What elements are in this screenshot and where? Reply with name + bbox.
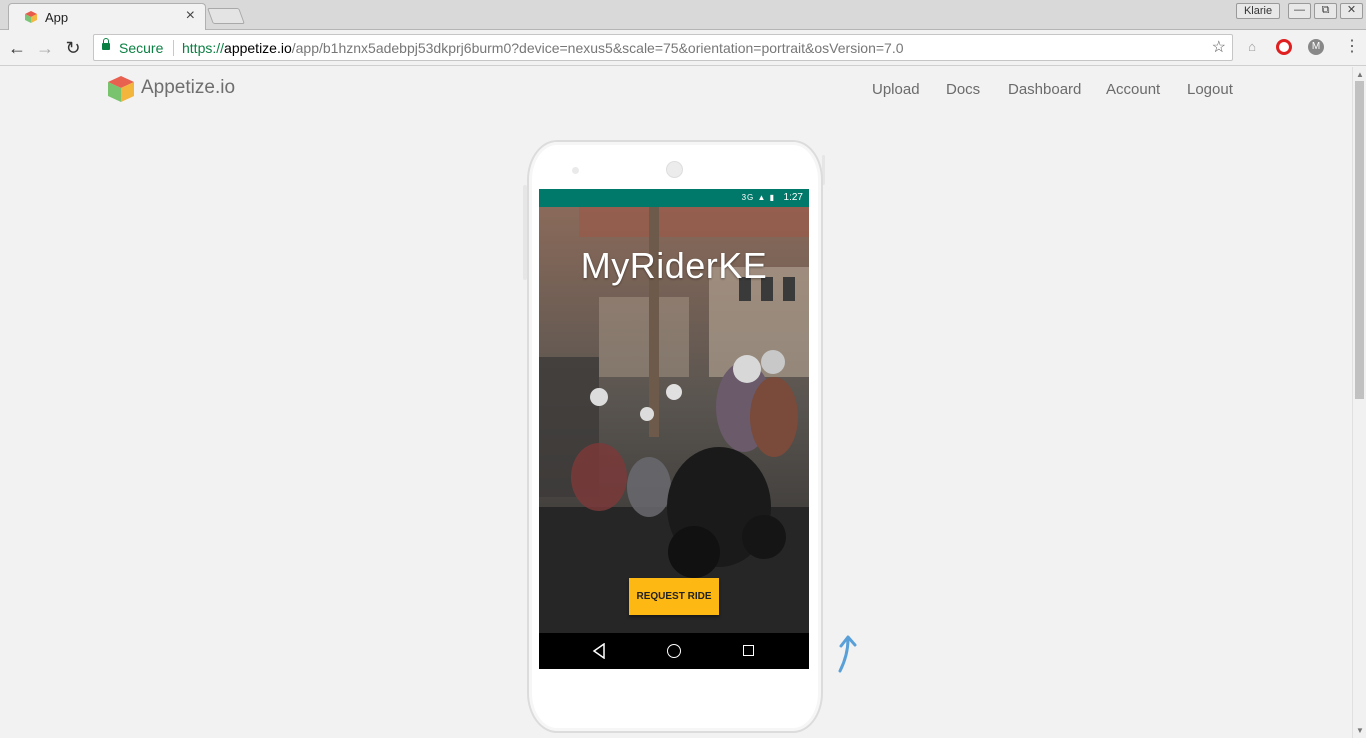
android-status-bar: 3G ▲ ▮ 1:27 <box>539 189 809 207</box>
minimize-button[interactable]: — <box>1288 3 1311 19</box>
request-ride-button[interactable]: REQUEST RIDE <box>629 578 719 615</box>
restore-button[interactable]: ⧉ <box>1314 3 1337 19</box>
browser-tab-strip: App × Klarie — ⧉ ✕ <box>0 0 1366 30</box>
nav-dashboard[interactable]: Dashboard <box>1008 81 1081 98</box>
extension-icon[interactable]: ⌂ <box>1244 39 1260 55</box>
nav-upload[interactable]: Upload <box>872 81 920 98</box>
browser-toolbar: ← → ↻ Secure https://appetize.io/app/b1h… <box>0 30 1366 66</box>
status-icons: 3G ▲ ▮ <box>741 193 775 202</box>
brand-name[interactable]: Appetize.io <box>141 77 235 99</box>
appetize-logo-icon[interactable] <box>106 74 136 104</box>
phone-speaker <box>666 161 683 178</box>
tab-title: App <box>45 10 69 25</box>
nav-logout[interactable]: Logout <box>1187 81 1233 98</box>
address-bar[interactable]: Secure https://appetize.io/app/b1hznx5ad… <box>93 34 1233 61</box>
close-window-button[interactable]: ✕ <box>1340 3 1363 19</box>
status-time: 1:27 <box>783 192 803 203</box>
browser-tab[interactable]: App × <box>8 3 206 30</box>
reload-button[interactable]: ↻ <box>62 37 84 59</box>
scrollbar-thumb[interactable] <box>1355 81 1364 399</box>
back-button[interactable]: ← <box>6 37 28 59</box>
m-extension-icon[interactable]: M <box>1308 39 1324 55</box>
appetize-favicon-icon <box>25 11 37 23</box>
phone-sensor <box>572 167 579 174</box>
omnibox-divider <box>173 40 174 56</box>
browser-menu-icon[interactable]: ⋮ <box>1344 38 1360 56</box>
bookmark-star-icon[interactable]: ☆ <box>1212 37 1226 57</box>
nav-docs[interactable]: Docs <box>946 81 980 98</box>
up-arrow-icon <box>838 635 857 673</box>
url-text[interactable]: https://appetize.io/app/b1hznx5adebpj53d… <box>182 40 904 56</box>
scroll-down-icon[interactable]: ▼ <box>1356 726 1364 735</box>
nav-account[interactable]: Account <box>1106 81 1160 98</box>
scroll-up-icon[interactable]: ▲ <box>1356 70 1364 79</box>
profile-button[interactable]: Klarie <box>1236 3 1280 19</box>
android-nav-bar <box>539 633 809 669</box>
app-title: MyRiderKE <box>580 245 768 286</box>
url-path: /app/b1hznx5adebpj53dkprj6burm0?device=n… <box>291 40 904 56</box>
lock-icon <box>102 38 110 50</box>
android-back-icon[interactable] <box>592 643 606 659</box>
device-screen[interactable]: 3G ▲ ▮ 1:27 MyRiderKE REQUEST RIDE <box>539 189 809 669</box>
android-home-icon[interactable] <box>667 644 681 658</box>
new-tab-button[interactable] <box>207 8 245 24</box>
secure-label: Secure <box>119 40 164 56</box>
tab-close-icon[interactable]: × <box>186 7 195 25</box>
forward-button[interactable]: → <box>34 37 56 59</box>
url-host: appetize.io <box>224 40 292 56</box>
android-recents-icon[interactable] <box>743 645 754 656</box>
opera-icon[interactable] <box>1276 39 1292 55</box>
url-scheme: https:// <box>182 40 225 56</box>
page-scrollbar[interactable]: ▲ ▼ <box>1352 67 1366 738</box>
